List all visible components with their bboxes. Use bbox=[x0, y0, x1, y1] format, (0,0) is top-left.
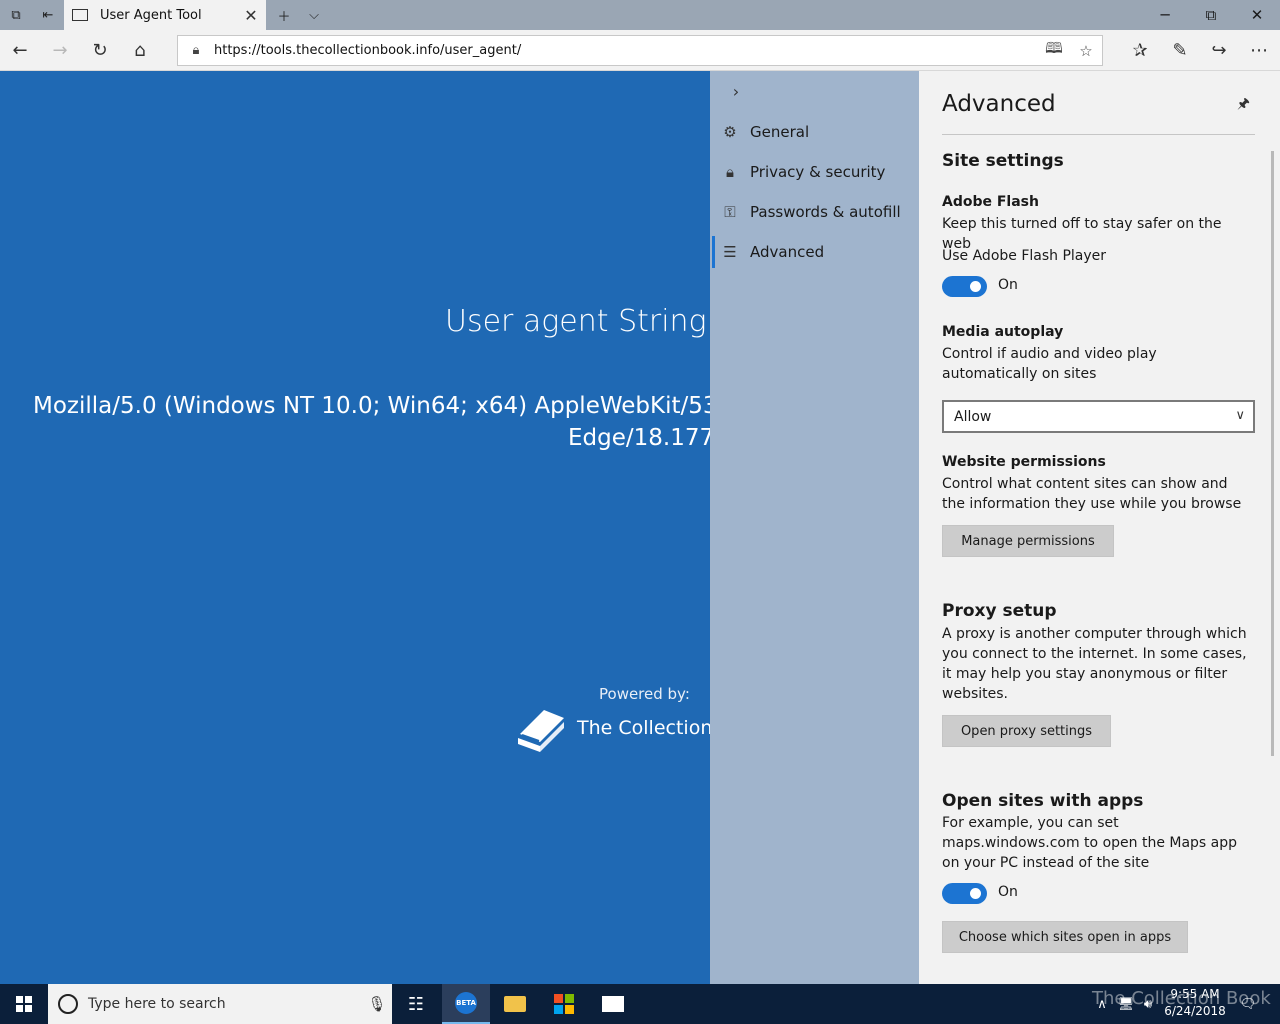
forward-button[interactable]: → bbox=[40, 30, 80, 71]
navigation-bar: ← → ↻ ⌂ 🔒︎ https://tools.thecollectionbo… bbox=[0, 30, 1280, 71]
edge-badge-text: BETA bbox=[456, 999, 476, 1007]
restore-button[interactable]: ⧉ bbox=[1188, 0, 1234, 30]
web-note-icon[interactable]: ✎ bbox=[1160, 30, 1200, 71]
home-button[interactable]: ⌂ bbox=[120, 30, 160, 71]
taskbar-store[interactable] bbox=[540, 984, 588, 1024]
task-view-icon[interactable]: ☷ bbox=[392, 984, 440, 1024]
proxy-setup-heading: Proxy setup bbox=[942, 601, 1057, 621]
network-icon[interactable]: 🖥︎ bbox=[1114, 984, 1138, 1024]
sliders-icon: ☰ bbox=[723, 243, 737, 261]
close-window-button[interactable]: ✕ bbox=[1234, 0, 1280, 30]
settings-nav-passwords[interactable]: ⚿ Passwords & autofill bbox=[710, 192, 919, 232]
settings-nav-general[interactable]: ⚙︎ General bbox=[710, 112, 919, 152]
open-proxy-settings-button[interactable]: Open proxy settings bbox=[942, 715, 1111, 747]
edge-beta-icon: BETA bbox=[455, 992, 477, 1014]
settings-nav-label: General bbox=[750, 123, 810, 141]
favorite-star-icon[interactable]: ☆ bbox=[1070, 42, 1102, 60]
website-permissions-heading: Website permissions bbox=[942, 454, 1106, 470]
user-agent-string-line2: Edge/18.17704 bbox=[568, 425, 710, 451]
set-tabs-aside-icon[interactable]: ⇤ bbox=[32, 0, 64, 30]
more-menu-icon[interactable]: ⋯ bbox=[1239, 30, 1279, 71]
open-sites-with-apps-toggle-state: On bbox=[998, 884, 1018, 900]
taskbar-mail[interactable] bbox=[589, 984, 637, 1024]
taskbar-search-box[interactable]: Type here to search 🎙︎ bbox=[48, 984, 392, 1024]
site-settings-heading: Site settings bbox=[942, 151, 1064, 171]
tab-title: User Agent Tool bbox=[100, 7, 202, 23]
folder-icon bbox=[504, 996, 526, 1012]
share-icon[interactable]: ↪ bbox=[1199, 30, 1239, 71]
gear-icon: ⚙︎ bbox=[723, 123, 737, 141]
settings-scrollbar[interactable] bbox=[1271, 151, 1274, 756]
collapse-chevron-icon[interactable]: › bbox=[726, 81, 746, 101]
minimize-button[interactable]: ─ bbox=[1142, 0, 1188, 30]
user-agent-string-line1: Mozilla/5.0 (Windows NT 10.0; Win64; x64… bbox=[33, 393, 710, 419]
pin-icon[interactable]: 🖈︎ bbox=[1237, 93, 1250, 117]
taskbar: Type here to search 🎙︎ ☷ BETA The Collec… bbox=[0, 984, 1280, 1024]
settings-nav-label: Passwords & autofill bbox=[750, 203, 901, 221]
adobe-flash-toggle-state: On bbox=[998, 277, 1018, 293]
book-logo-icon bbox=[518, 710, 564, 752]
back-button[interactable]: ← bbox=[0, 30, 40, 71]
web-page: User agent String of Mozilla/5.0 (Window… bbox=[0, 71, 710, 984]
show-hidden-icons-chevron-icon[interactable]: ∧ bbox=[1090, 984, 1114, 1024]
lock-icon: 🔒︎ bbox=[726, 163, 734, 181]
microphone-icon[interactable]: 🎙︎ bbox=[362, 995, 392, 1013]
taskbar-clock[interactable]: 9:55 AM 6/24/2018 bbox=[1150, 986, 1240, 1020]
lock-icon: 🔒︎ bbox=[192, 43, 200, 58]
settings-nav-label: Advanced bbox=[750, 243, 825, 261]
taskbar-file-explorer[interactable] bbox=[491, 984, 539, 1024]
media-autoplay-select[interactable]: Allow ∨ bbox=[942, 400, 1255, 433]
page-favicon-icon bbox=[72, 9, 88, 21]
settings-title: Advanced bbox=[942, 91, 1056, 117]
url-text[interactable]: https://tools.thecollectionbook.info/use… bbox=[214, 43, 1038, 58]
adobe-flash-heading: Adobe Flash bbox=[942, 194, 1039, 210]
settings-nav-advanced[interactable]: ☰ Advanced bbox=[710, 232, 919, 272]
tab-user-agent-tool[interactable]: User Agent Tool ✕ bbox=[64, 0, 266, 30]
windows-logo-icon bbox=[16, 996, 32, 1012]
open-sites-with-apps-desc: For example, you can set maps.windows.co… bbox=[942, 815, 1238, 871]
chevron-down-icon: ∨ bbox=[1235, 408, 1245, 423]
proxy-setup-desc: A proxy is another computer through whic… bbox=[942, 626, 1247, 702]
clock-time: 9:55 AM bbox=[1170, 987, 1220, 1001]
action-center-icon[interactable]: 🗨︎ bbox=[1236, 984, 1260, 1024]
media-autoplay-value: Allow bbox=[954, 408, 992, 425]
tabs-aside-icon[interactable]: ⧉ bbox=[0, 0, 32, 30]
page-heading: User agent String of bbox=[445, 304, 710, 339]
manage-permissions-button[interactable]: Manage permissions bbox=[942, 525, 1114, 557]
settings-nav-privacy[interactable]: 🔒︎ Privacy & security bbox=[710, 152, 919, 192]
taskbar-edge-app[interactable]: BETA bbox=[442, 984, 490, 1024]
open-sites-with-apps-heading: Open sites with apps bbox=[942, 791, 1144, 811]
media-autoplay-desc: Control if audio and video play automati… bbox=[942, 346, 1157, 382]
settings-content-panel: Advanced 🖈︎ Site settings Adobe Flash Ke… bbox=[919, 71, 1280, 984]
new-tab-icon[interactable]: ＋ bbox=[268, 0, 300, 30]
start-button[interactable] bbox=[0, 984, 48, 1024]
clock-date: 6/24/2018 bbox=[1164, 1004, 1226, 1018]
open-sites-with-apps-toggle[interactable] bbox=[942, 883, 987, 904]
choose-sites-open-in-apps-button[interactable]: Choose which sites open in apps bbox=[942, 921, 1188, 953]
reading-view-icon[interactable]: 🕮︎ bbox=[1038, 38, 1070, 63]
search-placeholder: Type here to search bbox=[88, 996, 226, 1012]
key-icon: ⚿ bbox=[724, 203, 736, 221]
favorites-hub-icon[interactable]: ✰ bbox=[1120, 30, 1160, 71]
cortana-icon bbox=[58, 994, 78, 1014]
title-bar: ⧉ ⇤ User Agent Tool ✕ ＋ ⌵ ─ ⧉ ✕ bbox=[0, 0, 1280, 30]
media-autoplay-heading: Media autoplay bbox=[942, 324, 1064, 340]
store-icon bbox=[554, 994, 574, 1014]
divider bbox=[942, 134, 1255, 135]
adobe-flash-toggle-label: Use Adobe Flash Player bbox=[942, 248, 1107, 264]
settings-nav-label: Privacy & security bbox=[750, 163, 886, 181]
address-bar[interactable]: 🔒︎ https://tools.thecollectionbook.info/… bbox=[177, 35, 1103, 66]
mail-icon bbox=[602, 996, 624, 1012]
settings-nav-panel: › ⚙︎ General 🔒︎ Privacy & security ⚿ Pas… bbox=[710, 71, 919, 984]
close-tab-icon[interactable]: ✕ bbox=[236, 6, 266, 25]
adobe-flash-toggle[interactable] bbox=[942, 276, 987, 297]
refresh-button[interactable]: ↻ bbox=[80, 30, 120, 71]
brand-name[interactable]: The Collection B bbox=[577, 717, 710, 739]
website-permissions-desc: Control what content sites can show and … bbox=[942, 476, 1242, 512]
powered-by-label: Powered by: bbox=[599, 685, 690, 703]
tab-preview-chevron-icon[interactable]: ⌵ bbox=[298, 0, 330, 30]
